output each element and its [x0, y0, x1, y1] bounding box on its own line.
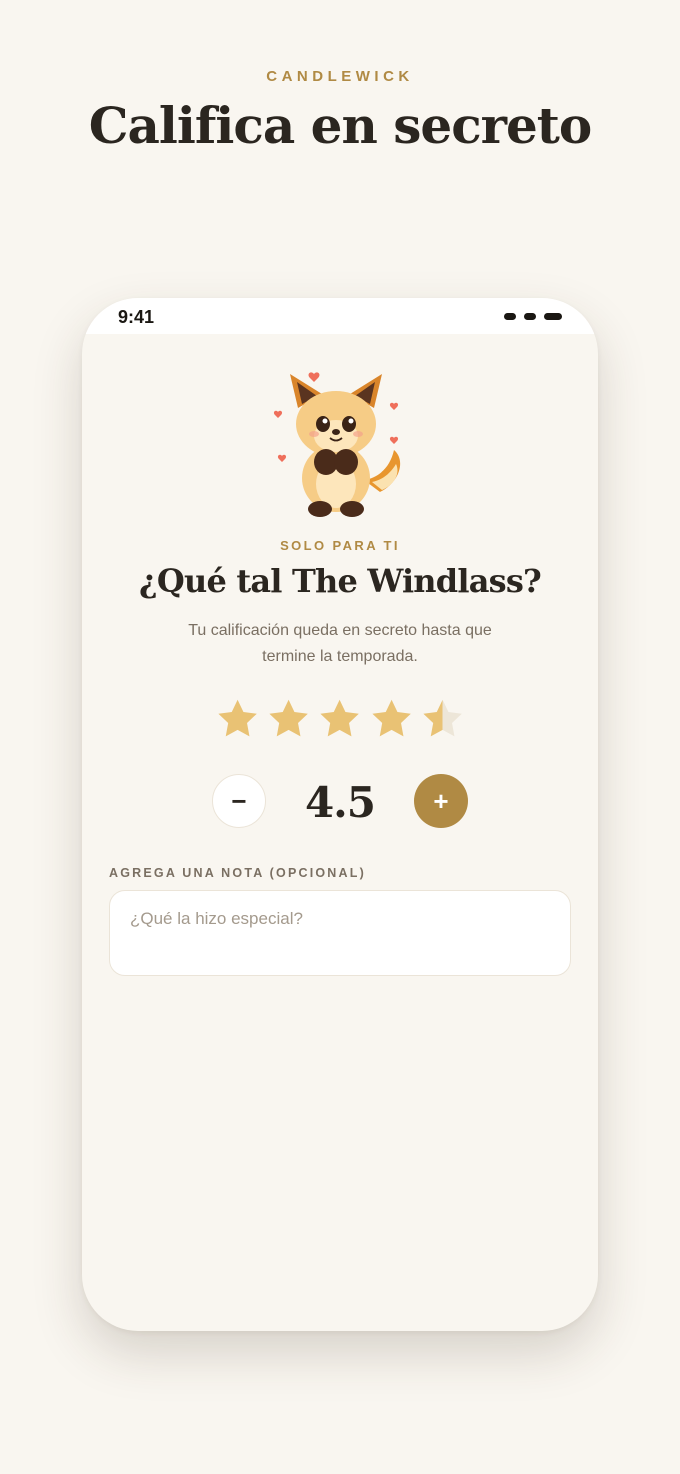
rating-subtitle: Tu calificación queda en secreto hasta q… [188, 622, 492, 665]
status-dot [504, 313, 516, 320]
rating-question: ¿Qué tal The Windlass? [138, 562, 542, 600]
star-icon[interactable] [317, 696, 362, 742]
star-icon[interactable] [215, 696, 260, 742]
star-icon[interactable] [369, 696, 414, 742]
rating-value: 4.5 [304, 778, 376, 827]
page-headline: Califica en secreto [88, 96, 593, 155]
note-label: AGREGA UNA NOTA (OPCIONAL) [109, 866, 366, 880]
decrease-rating-button[interactable]: − [212, 774, 266, 828]
star-rating[interactable] [215, 696, 465, 742]
star-icon[interactable] [266, 696, 311, 742]
battery-icon [544, 313, 562, 320]
minus-icon: − [231, 785, 247, 816]
status-time: 9:41 [118, 307, 155, 327]
plus-icon: + [433, 785, 449, 816]
status-bar: 9:41 [82, 298, 598, 334]
phone-frame: 9:41 SOLO PARA TI ¿Qué tal The Windlass?… [82, 298, 598, 1331]
brand-label: CANDLEWICK [266, 68, 414, 85]
note-input[interactable] [109, 890, 571, 976]
eyebrow-label: SOLO PARA TI [280, 538, 400, 553]
status-dot [524, 313, 536, 320]
status-indicators [504, 313, 562, 321]
fox-mascot-icon [273, 372, 401, 517]
increase-rating-button[interactable]: + [414, 774, 468, 828]
star-icon[interactable] [420, 696, 465, 742]
